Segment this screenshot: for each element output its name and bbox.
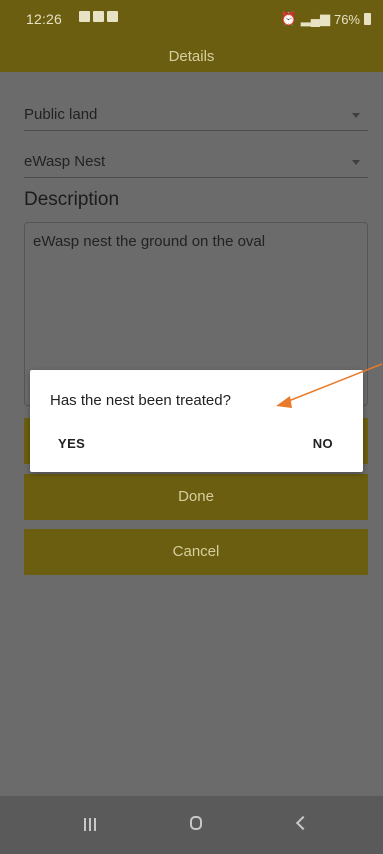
alarm-icon: ⏰ <box>280 11 297 26</box>
done-button[interactable]: Done <box>24 474 368 520</box>
treated-dialog: Has the nest been treated? YES NO <box>30 370 363 472</box>
notification-icon <box>93 11 104 22</box>
land-type-value: Public land <box>24 106 98 123</box>
battery-percent: 76% <box>333 11 360 27</box>
notification-icon <box>107 11 118 22</box>
cancel-button[interactable]: Cancel <box>24 529 368 575</box>
description-text: eWasp nest the ground on the oval <box>33 233 266 250</box>
back-icon[interactable] <box>295 815 311 831</box>
no-button[interactable]: NO <box>313 436 333 451</box>
nest-type-value: eWasp Nest <box>24 153 106 170</box>
page-title: Details <box>168 48 215 65</box>
done-button-label: Done <box>178 488 214 505</box>
description-label: Description <box>24 189 120 210</box>
battery-icon <box>364 13 371 25</box>
cancel-button-label: Cancel <box>172 543 220 560</box>
screen: 12:26 ⏰ ▂▄▆ 76% Details Public land eWas… <box>0 0 383 854</box>
land-type-dropdown[interactable]: Public land <box>24 100 368 131</box>
chevron-down-icon <box>352 113 360 118</box>
status-right: ⏰ ▂▄▆ 76% <box>281 11 371 27</box>
dialog-message: Has the nest been treated? <box>50 392 231 409</box>
status-time: 12:26 <box>26 11 63 27</box>
chevron-down-icon <box>352 160 360 165</box>
nest-type-dropdown[interactable]: eWasp Nest <box>24 147 368 178</box>
status-bar: 12:26 ⏰ ▂▄▆ 76% <box>0 0 383 40</box>
navigation-bar <box>0 796 383 854</box>
app-bar: Details <box>0 40 383 72</box>
recents-icon[interactable] <box>84 818 96 831</box>
gallery-icon <box>79 11 90 22</box>
status-left-icons <box>79 11 118 22</box>
home-icon[interactable] <box>190 816 202 830</box>
signal-icon: ▂▄▆ <box>300 11 330 26</box>
yes-button[interactable]: YES <box>58 436 85 451</box>
